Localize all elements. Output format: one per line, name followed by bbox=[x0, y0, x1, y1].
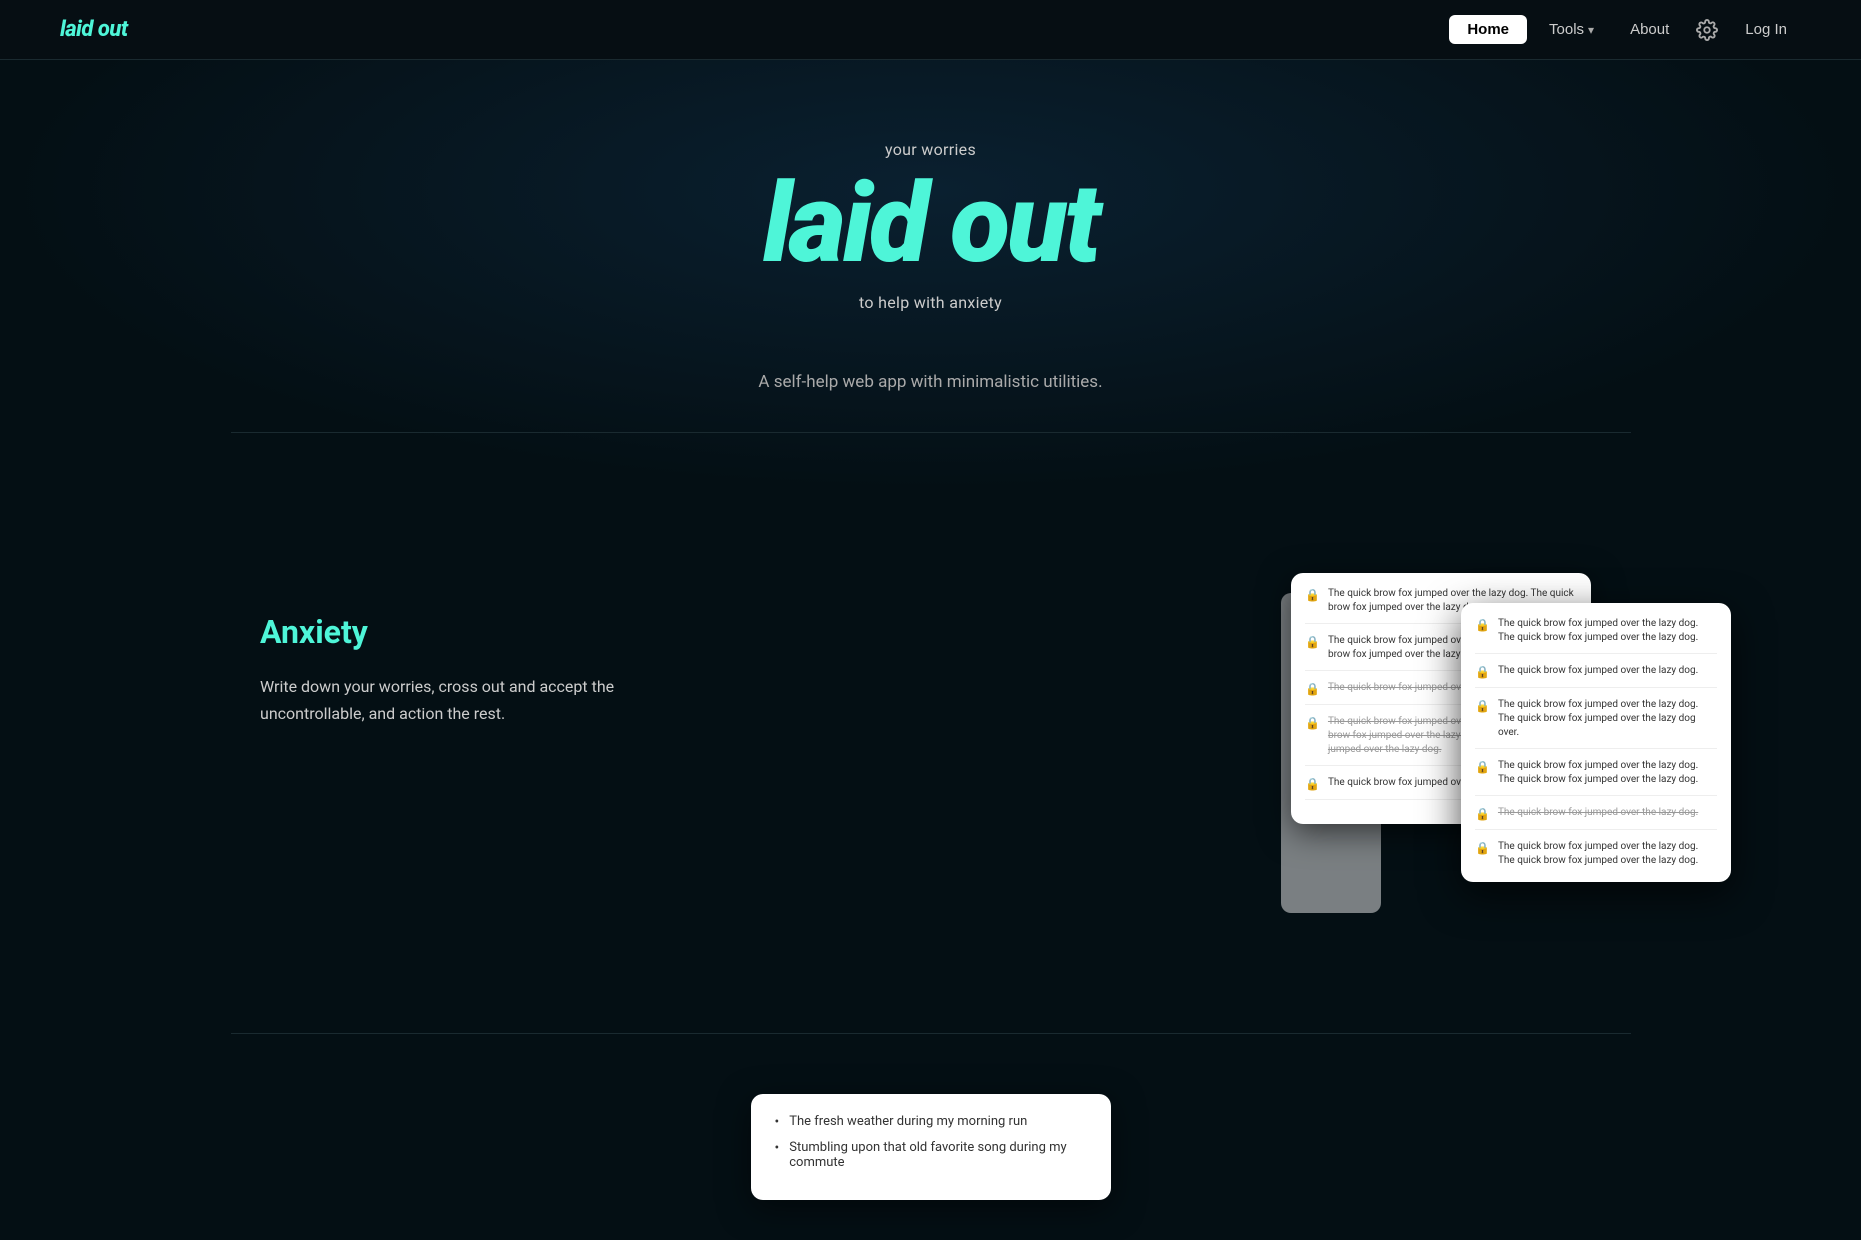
bullet-icon-0: • bbox=[775, 1114, 780, 1130]
front-entry-5: 🔒 The quick brow fox jumped over the laz… bbox=[1475, 840, 1717, 868]
lock-icon-2: 🔒 bbox=[1305, 682, 1320, 696]
lock-icon-4: 🔒 bbox=[1305, 777, 1320, 791]
about-link[interactable]: About bbox=[1616, 15, 1683, 44]
bottom-item-0: • The fresh weather during my morning ru… bbox=[775, 1114, 1087, 1130]
bottom-section: • The fresh weather during my morning ru… bbox=[0, 1034, 1861, 1240]
front-lock-3: 🔒 bbox=[1475, 760, 1490, 774]
tools-dropdown[interactable]: Tools ▾ bbox=[1535, 15, 1608, 44]
hero-description: A self-help web app with minimalistic ut… bbox=[758, 372, 1102, 392]
navbar: laid out Home Tools ▾ About Log In bbox=[0, 0, 1861, 60]
hero-section: your worries laid out to help with anxie… bbox=[0, 60, 1861, 493]
hero-subtitle: to help with anxiety bbox=[859, 293, 1002, 312]
hero-your-worries: your worries bbox=[885, 140, 976, 159]
front-text-1: The quick brow fox jumped over the lazy … bbox=[1498, 664, 1698, 678]
anxiety-heading: Anxiety bbox=[260, 613, 640, 651]
lock-icon: 🔒 bbox=[1305, 588, 1320, 602]
front-lock-2: 🔒 bbox=[1475, 699, 1490, 713]
front-lock-0: 🔒 bbox=[1475, 618, 1490, 632]
bullet-icon-1: • bbox=[775, 1140, 780, 1156]
front-text-2: The quick brow fox jumped over the lazy … bbox=[1498, 698, 1717, 740]
hero-title: laid out bbox=[763, 169, 1098, 279]
hero-divider bbox=[231, 432, 1631, 433]
front-entry-0: 🔒 The quick brow fox jumped over the laz… bbox=[1475, 617, 1717, 654]
front-text-5: The quick brow fox jumped over the lazy … bbox=[1498, 840, 1717, 868]
bottom-preview-card: • The fresh weather during my morning ru… bbox=[751, 1094, 1111, 1200]
lock-icon-1: 🔒 bbox=[1305, 635, 1320, 649]
anxiety-body: Write down your worries, cross out and a… bbox=[260, 673, 640, 727]
tools-label: Tools bbox=[1549, 21, 1584, 38]
lock-icon-3: 🔒 bbox=[1305, 716, 1320, 730]
front-entry-3: 🔒 The quick brow fox jumped over the laz… bbox=[1475, 759, 1717, 796]
anxiety-text-block: Anxiety Write down your worries, cross o… bbox=[260, 573, 640, 727]
front-lock-1: 🔒 bbox=[1475, 665, 1490, 679]
anxiety-section: Anxiety Write down your worries, cross o… bbox=[0, 493, 1861, 1033]
home-button[interactable]: Home bbox=[1449, 15, 1527, 44]
nav-logo[interactable]: laid out bbox=[60, 17, 128, 42]
bottom-item-text-1: Stumbling upon that old favorite song du… bbox=[789, 1140, 1086, 1170]
mockup-front-card: 🔒 The quick brow fox jumped over the laz… bbox=[1461, 603, 1731, 882]
chevron-down-icon: ▾ bbox=[1588, 23, 1594, 37]
bottom-item-text-0: The fresh weather during my morning run bbox=[789, 1114, 1027, 1129]
front-lock-5: 🔒 bbox=[1475, 841, 1490, 855]
front-text-3: The quick brow fox jumped over the lazy … bbox=[1498, 759, 1717, 787]
front-lock-4: 🔒 bbox=[1475, 807, 1490, 821]
front-entry-4: 🔒 The quick brow fox jumped over the laz… bbox=[1475, 806, 1717, 830]
bottom-item-1: • Stumbling upon that old favorite song … bbox=[775, 1140, 1087, 1170]
front-text-0: The quick brow fox jumped over the lazy … bbox=[1498, 617, 1717, 645]
settings-icon[interactable] bbox=[1691, 14, 1723, 46]
front-text-4: The quick brow fox jumped over the lazy … bbox=[1498, 806, 1698, 820]
login-button[interactable]: Log In bbox=[1731, 15, 1801, 44]
nav-right: Home Tools ▾ About Log In bbox=[1449, 14, 1801, 46]
anxiety-mockup: 🔒 The quick brow fox jumped over the laz… bbox=[1281, 573, 1701, 953]
front-entry-1: 🔒 The quick brow fox jumped over the laz… bbox=[1475, 664, 1717, 688]
front-entry-2: 🔒 The quick brow fox jumped over the laz… bbox=[1475, 698, 1717, 749]
